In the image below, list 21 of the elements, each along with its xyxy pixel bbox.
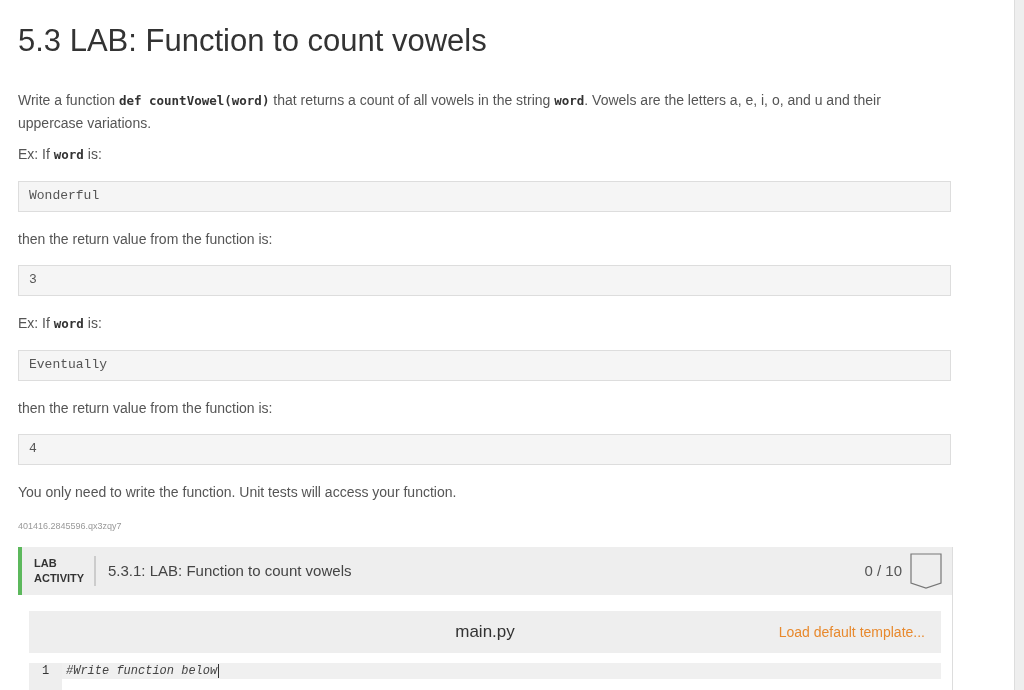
code-example: 3 [18, 264, 951, 296]
paragraph: Ex: If word is: [18, 144, 103, 164]
activity-id: 401416.2845596.qx3zqy7 [18, 519, 122, 533]
paragraph: Write a function def countVowel(word) that returns a count of all vowels in the string word. Vowels are the letters a, e, i, o, and u and their uppercase variations. [18, 90, 882, 133]
paragraph: Ex: If word is: [18, 313, 103, 333]
score: 0 / 10 [864, 560, 902, 581]
scrollbar[interactable] [1014, 0, 1024, 690]
code-editor[interactable]: 1 #Write function below [29, 663, 941, 690]
code-example: 4 [18, 433, 951, 465]
lab-title: 5.3.1: LAB: Function to count vowels [108, 560, 353, 581]
file-name: main.py [455, 621, 515, 644]
badge-icon [910, 553, 942, 589]
code-example: Wonderful [18, 180, 951, 212]
lab-activity-label: LAB ACTIVITY [34, 556, 86, 586]
code-example: Eventually [18, 349, 951, 381]
page-title: 5.3 LAB: Function to count vowels [18, 22, 488, 60]
paragraph: then the return value from the function is: [18, 398, 274, 418]
line-number: 1 [42, 663, 50, 680]
paragraph: You only need to write the function. Unit tests will access your function. [18, 482, 458, 502]
paragraph: then the return value from the function is: [18, 229, 274, 249]
code-line: #Write function below [65, 663, 219, 680]
